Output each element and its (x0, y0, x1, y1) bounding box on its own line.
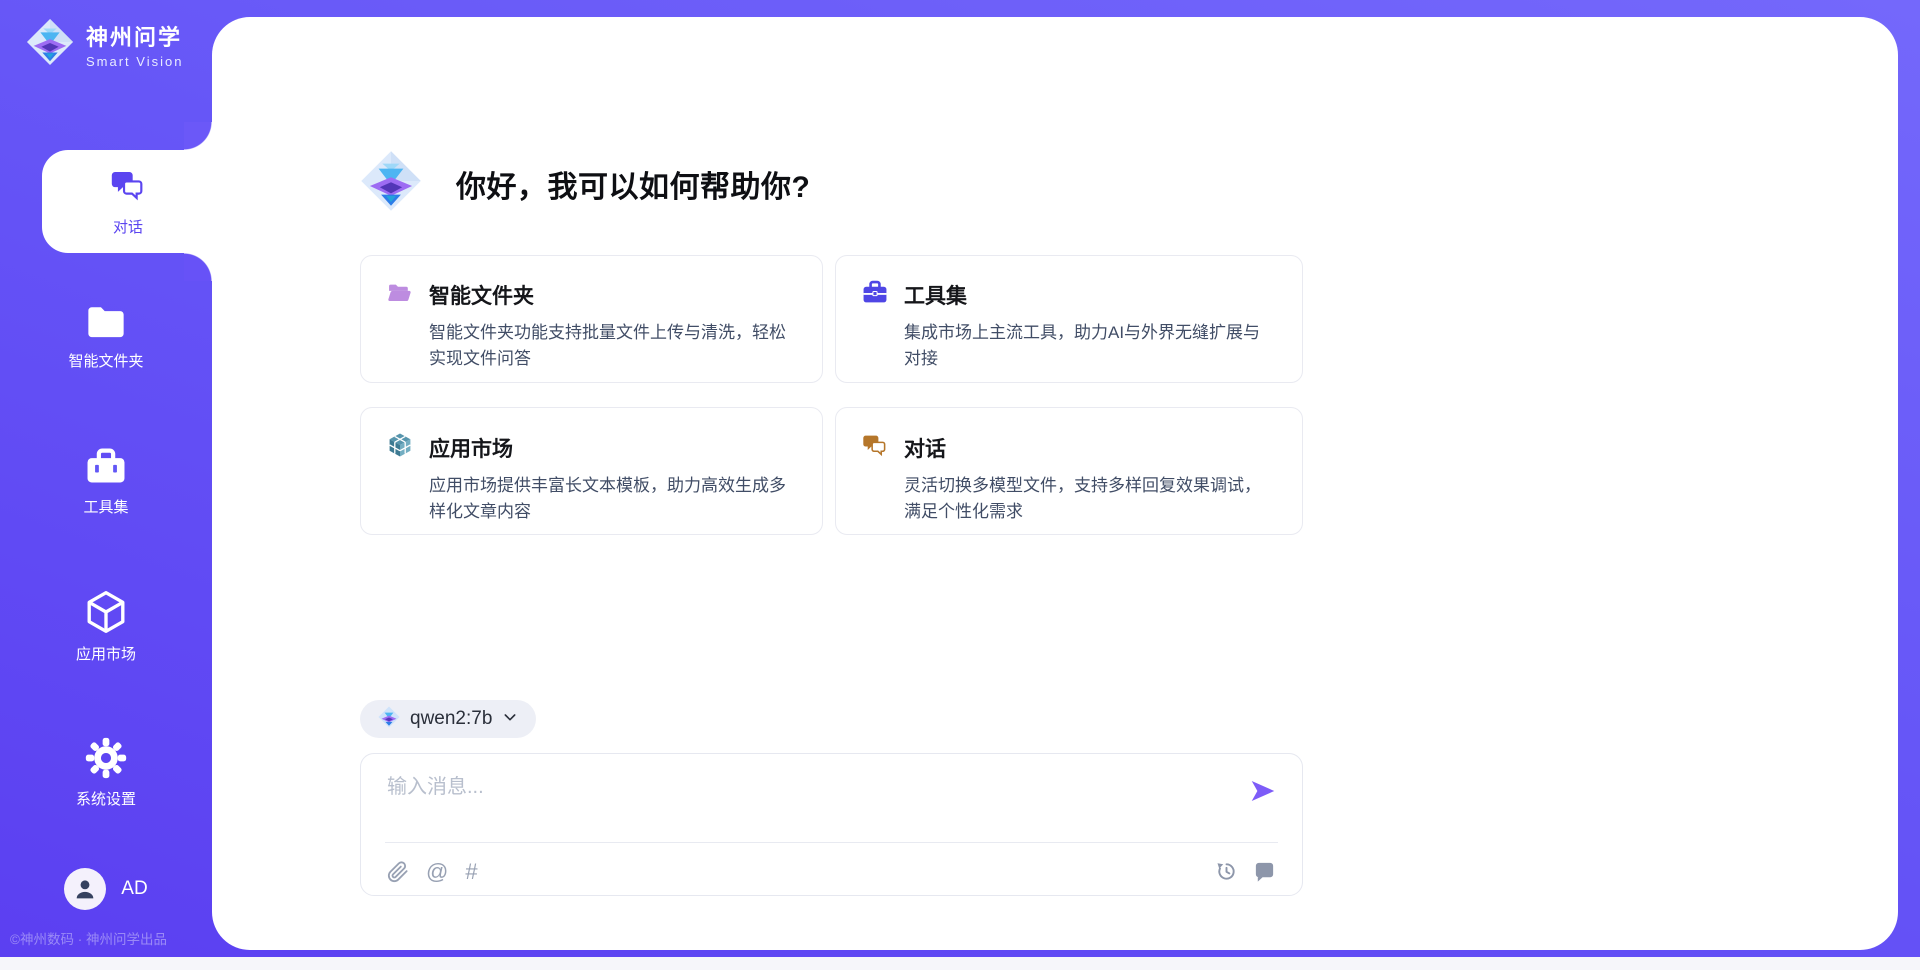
card-title: 智能文件夹 (429, 280, 534, 310)
mention-icon[interactable]: @ (426, 861, 448, 883)
sidebar-item-label: 智能文件夹 (68, 354, 143, 369)
cube-icon (85, 590, 127, 638)
model-selector[interactable]: qwen2:7b (360, 700, 536, 738)
card-desc: 集成市场上主流工具，助力AI与外界无缝扩展与对接 (862, 320, 1276, 373)
model-name: qwen2:7b (410, 708, 492, 730)
message-composer: @ # (360, 753, 1303, 896)
sidebar-item-smart-folder[interactable]: 智能文件夹 (0, 296, 212, 376)
card-desc: 智能文件夹功能支持批量文件上传与清洗，轻松实现文件问答 (387, 320, 796, 373)
card-desc: 应用市场提供丰富长文本模板，助力高效生成多样化文章内容 (387, 473, 796, 526)
sidebar-item-label: 工具集 (83, 500, 128, 515)
briefcase-icon (862, 280, 888, 310)
greeting-text: 你好，我可以如何帮助你? (456, 162, 810, 206)
sidebar-item-toolbox[interactable]: 工具集 (0, 441, 212, 521)
composer-toolbar: @ # (387, 860, 1276, 883)
chat-bubble-icon (862, 432, 888, 463)
chevron-down-icon (502, 709, 518, 730)
avatar (64, 868, 106, 910)
chat-icon (110, 167, 146, 207)
sidebar-item-chat[interactable]: 对话 (42, 150, 214, 253)
greeting: 你好，我可以如何帮助你? (360, 150, 1303, 217)
brand-diamond-logo-icon (26, 18, 74, 71)
card-desc: 灵活切换多模型文件，支持多样回复效果调试，满足个性化需求 (862, 473, 1276, 526)
cube-grid-icon (387, 432, 413, 463)
sidebar-item-app-market[interactable]: 应用市场 (0, 586, 212, 666)
user-initials: AD (121, 878, 147, 900)
sidebar-item-settings[interactable]: 系统设置 (0, 732, 212, 812)
hashtag-icon[interactable]: # (465, 861, 477, 883)
copyright-text: ©神州数码 · 神州问学出品 (10, 928, 167, 948)
card-toolbox[interactable]: 工具集 集成市场上主流工具，助力AI与外界无缝扩展与对接 (835, 255, 1303, 383)
greeting-diamond-logo-icon (360, 150, 422, 217)
card-title: 应用市场 (429, 433, 513, 463)
model-diamond-logo-icon (378, 706, 400, 733)
app-title: 神州问学 (86, 20, 183, 52)
card-title: 工具集 (904, 280, 967, 310)
history-icon[interactable] (1215, 860, 1238, 883)
chat-home: 你好，我可以如何帮助你? 智能文件夹 智能文件夹功能支持批量文件上传与清洗，轻松… (360, 150, 1303, 896)
send-icon[interactable] (1248, 776, 1278, 806)
toolbox-icon (85, 447, 127, 491)
gear-icon (85, 737, 127, 783)
user-profile[interactable]: AD (0, 868, 212, 910)
sidebar-item-label: 对话 (113, 216, 143, 237)
comment-icon[interactable] (1253, 860, 1276, 883)
feature-cards: 智能文件夹 智能文件夹功能支持批量文件上传与清洗，轻松实现文件问答 工具集 集成… (360, 255, 1303, 535)
folder-open-icon (387, 281, 413, 310)
composer-divider (385, 842, 1278, 843)
message-input[interactable] (387, 770, 1227, 832)
attachment-icon[interactable] (387, 861, 409, 883)
app-subtitle: Smart Vision (86, 54, 183, 69)
sidebar-item-label: 系统设置 (76, 792, 136, 807)
card-smart-folder[interactable]: 智能文件夹 智能文件夹功能支持批量文件上传与清洗，轻松实现文件问答 (360, 255, 823, 383)
card-chat[interactable]: 对话 灵活切换多模型文件，支持多样回复效果调试，满足个性化需求 (835, 407, 1303, 535)
card-app-market[interactable]: 应用市场 应用市场提供丰富长文本模板，助力高效生成多样化文章内容 (360, 407, 823, 535)
brand: 神州问学 Smart Vision (26, 18, 183, 71)
card-title: 对话 (904, 433, 946, 463)
folder-icon (85, 303, 127, 345)
bottom-scroll-strip (0, 957, 1920, 970)
sidebar-item-label: 应用市场 (76, 647, 136, 662)
sidebar: 神州问学 Smart Vision 对话 智能文件夹 (0, 0, 212, 970)
